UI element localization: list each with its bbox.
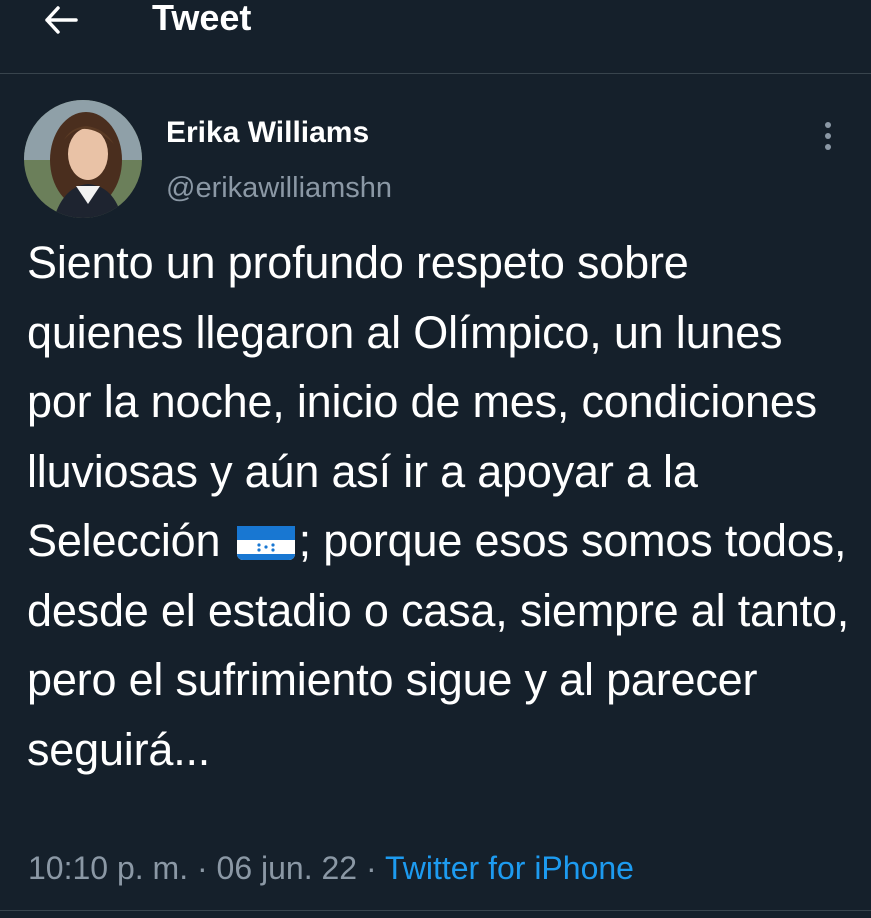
arrow-left-icon bbox=[45, 6, 78, 34]
meta-separator: · bbox=[196, 850, 208, 886]
tweet-date[interactable]: 06 jun. 22 bbox=[217, 850, 358, 886]
author-name[interactable]: Erika Williams bbox=[166, 115, 369, 151]
more-options-button[interactable] bbox=[812, 118, 844, 154]
honduras-flag-icon bbox=[236, 518, 295, 560]
divider bbox=[0, 910, 871, 911]
tweet-source-link[interactable]: Twitter for iPhone bbox=[385, 850, 634, 886]
top-bar: Tweet bbox=[0, 0, 871, 74]
profile-photo bbox=[24, 100, 142, 218]
more-vertical-icon bbox=[825, 122, 831, 150]
author-handle[interactable]: @erikawilliamshn bbox=[166, 170, 392, 206]
tweet-time[interactable]: 10:10 p. m. bbox=[28, 850, 188, 886]
tweet-metadata: 10:10 p. m. · 06 jun. 22 · Twitter for i… bbox=[28, 848, 634, 888]
back-button[interactable] bbox=[36, 0, 86, 40]
meta-separator-2: · bbox=[365, 850, 377, 886]
tweet-text: Siento un profundo respeto sobre quienes… bbox=[27, 228, 857, 784]
page-title: Tweet bbox=[152, 0, 252, 38]
avatar[interactable] bbox=[24, 100, 142, 218]
